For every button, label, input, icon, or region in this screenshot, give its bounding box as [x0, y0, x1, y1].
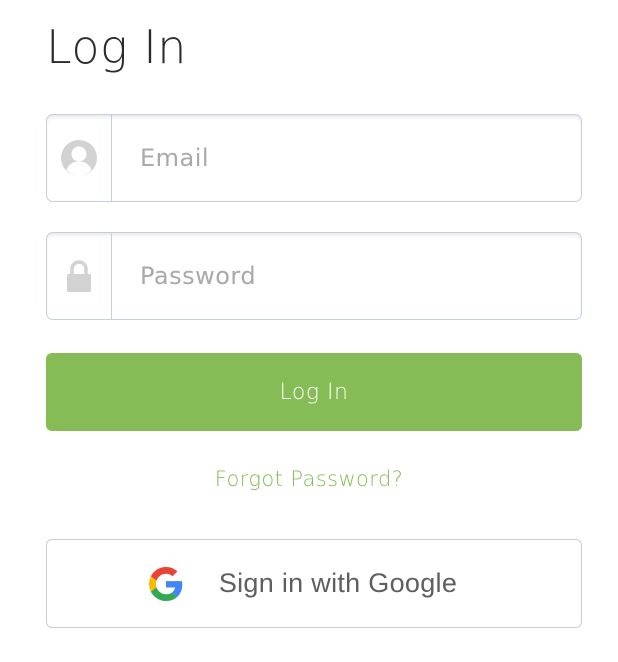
email-field-group: [46, 114, 582, 202]
forgot-password-link[interactable]: Forgot Password?: [0, 467, 618, 491]
user-silhouette-icon: [61, 140, 97, 176]
email-icon-cell: [47, 115, 112, 201]
page-title: Log In: [46, 20, 187, 74]
password-field-group: [46, 232, 582, 320]
google-button-label: Sign in with Google: [218, 568, 458, 598]
login-page: Log In Log In Forgot Password?: [0, 0, 618, 662]
email-input[interactable]: [112, 115, 581, 201]
password-icon-cell: [47, 233, 112, 319]
google-g-icon: [148, 566, 183, 601]
lock-icon: [67, 260, 91, 292]
password-input[interactable]: [112, 233, 581, 319]
google-sign-in-button[interactable]: Sign in with Google: [46, 539, 582, 628]
login-button[interactable]: Log In: [46, 353, 582, 431]
